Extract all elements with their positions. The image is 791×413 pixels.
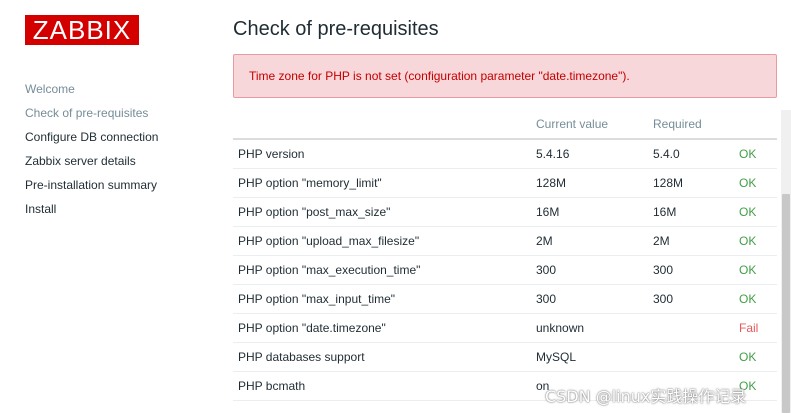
header-required: Required xyxy=(653,110,739,140)
row-name: PHP option "post_max_size" xyxy=(233,197,536,227)
row-current: 300 xyxy=(536,284,653,314)
setup-steps-nav: Welcome Check of pre-requisites Configur… xyxy=(25,80,225,224)
header-current-value: Current value xyxy=(536,110,653,140)
table-row: PHP option "memory_limit" 128M 128M OK xyxy=(233,168,777,198)
row-name: PHP bcmath xyxy=(233,371,536,401)
row-required: 300 xyxy=(653,284,739,314)
table-row: PHP databases support MySQL OK xyxy=(233,342,777,372)
row-required: 300 xyxy=(653,255,739,285)
vertical-scrollbar[interactable] xyxy=(781,110,791,413)
table-row: PHP option "upload_max_filesize" 2M 2M O… xyxy=(233,226,777,256)
row-required: 2M xyxy=(653,226,739,256)
row-result: OK xyxy=(739,226,777,256)
row-current: 16M xyxy=(536,197,653,227)
step-preinstall-summary[interactable]: Pre-installation summary xyxy=(25,176,225,200)
row-result: Fail xyxy=(739,313,777,343)
row-name: PHP option "max_execution_time" xyxy=(233,255,536,285)
table-row: PHP option "max_execution_time" 300 300 … xyxy=(233,255,777,285)
header-name xyxy=(233,110,536,140)
table-row: PHP option "post_max_size" 16M 16M OK xyxy=(233,197,777,227)
header-result xyxy=(739,110,777,140)
row-current: MySQL xyxy=(536,342,653,372)
table-row: PHP option "max_input_time" 300 300 OK xyxy=(233,284,777,314)
table-row: PHP version 5.4.16 5.4.0 OK xyxy=(233,139,777,169)
row-current: 128M xyxy=(536,168,653,198)
page-title: Check of pre-requisites xyxy=(233,18,439,40)
row-result: OK xyxy=(739,139,777,169)
row-current: 2M xyxy=(536,226,653,256)
row-required xyxy=(653,313,739,343)
zabbix-logo: ZABBIX xyxy=(25,15,139,45)
step-welcome[interactable]: Welcome xyxy=(25,80,225,104)
row-name: PHP option "max_input_time" xyxy=(233,284,536,314)
row-name: PHP version xyxy=(233,139,536,169)
table-row: PHP option "date.timezone" unknown Fail xyxy=(233,313,777,343)
row-result: OK xyxy=(739,255,777,285)
scrollbar-thumb[interactable] xyxy=(782,194,790,413)
row-name: PHP option "memory_limit" xyxy=(233,168,536,198)
step-check-prerequisites[interactable]: Check of pre-requisites xyxy=(25,104,225,128)
row-result: OK xyxy=(739,197,777,227)
row-current: 300 xyxy=(536,255,653,285)
row-required: 128M xyxy=(653,168,739,198)
timezone-error-alert: Time zone for PHP is not set (configurat… xyxy=(233,54,777,98)
csdn-watermark: CSDN @linux实践操作记录 xyxy=(545,387,747,406)
row-result: OK xyxy=(739,342,777,372)
prerequisites-table-container: Current value Required PHP version 5.4.1… xyxy=(233,110,777,413)
row-result: OK xyxy=(739,168,777,198)
row-current: unknown xyxy=(536,313,653,343)
row-name: PHP databases support xyxy=(233,342,536,372)
table-header-row: Current value Required xyxy=(233,110,777,140)
step-server-details[interactable]: Zabbix server details xyxy=(25,152,225,176)
row-required xyxy=(653,342,739,372)
row-name: PHP option "upload_max_filesize" xyxy=(233,226,536,256)
row-result: OK xyxy=(739,284,777,314)
row-name: PHP option "date.timezone" xyxy=(233,313,536,343)
step-configure-db[interactable]: Configure DB connection xyxy=(25,128,225,152)
row-current: 5.4.16 xyxy=(536,139,653,169)
prerequisites-table: Current value Required PHP version 5.4.1… xyxy=(233,110,777,401)
row-required: 16M xyxy=(653,197,739,227)
step-install[interactable]: Install xyxy=(25,200,225,224)
row-required: 5.4.0 xyxy=(653,139,739,169)
